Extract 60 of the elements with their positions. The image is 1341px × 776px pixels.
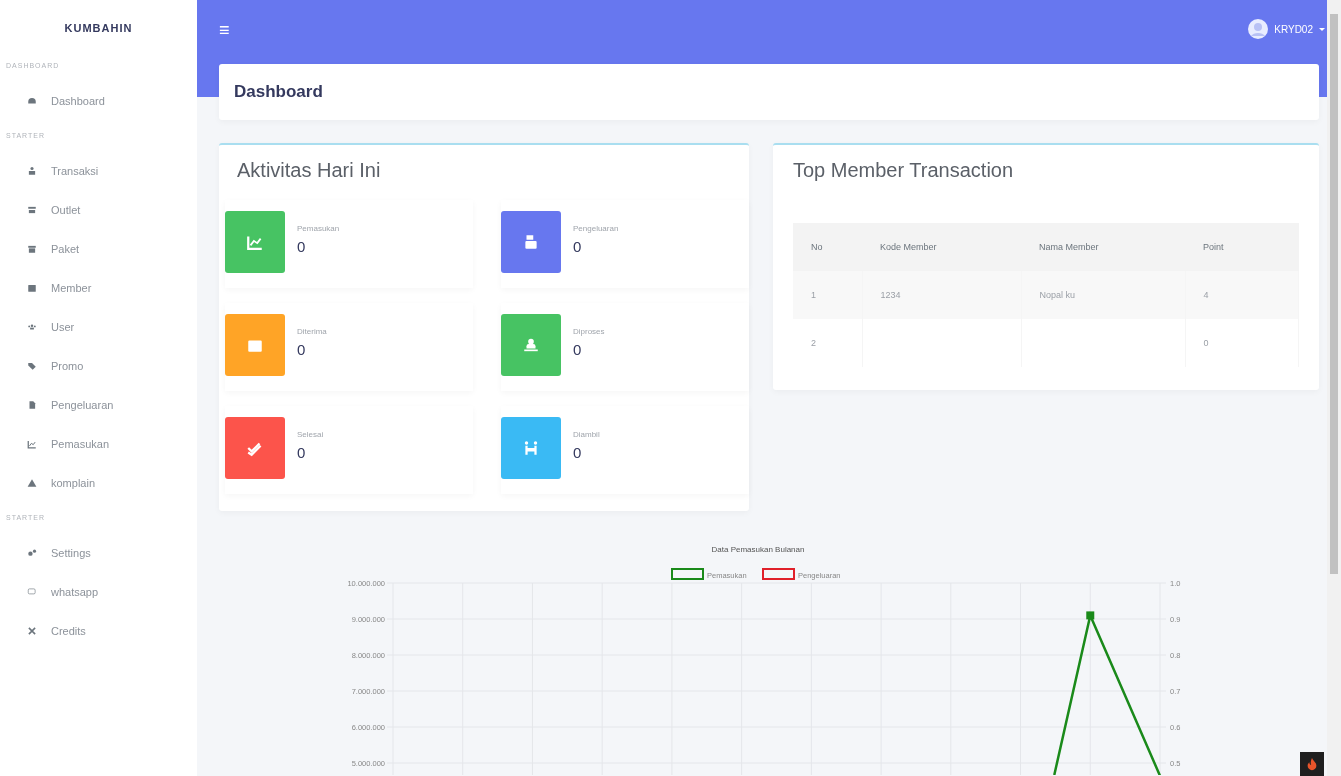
sidebar-item[interactable]: Member xyxy=(0,268,197,307)
sidebar-item[interactable]: Pemasukan xyxy=(0,424,197,463)
stat-value: 0 xyxy=(573,237,583,255)
sidebar-item[interactable]: Credits xyxy=(0,611,197,650)
stat-label: Diterima xyxy=(297,326,327,336)
column-header: Point xyxy=(1185,223,1299,271)
sidebar-item[interactable]: Pengeluaran xyxy=(0,385,197,424)
gauge-icon xyxy=(27,95,37,106)
caret-icon xyxy=(1319,27,1325,31)
stat-label: Pengeluaran xyxy=(573,223,619,233)
table-cell: 1234 xyxy=(862,271,1021,319)
stat-value: 0 xyxy=(573,340,583,358)
chart-title: Data Pemasukan Bulanan xyxy=(711,545,805,554)
tag-icon xyxy=(27,360,37,371)
column-header: Nama Member xyxy=(1021,223,1185,271)
column-header: No xyxy=(793,223,862,271)
sidebar-item[interactable]: whatsapp xyxy=(0,572,197,611)
archive-icon xyxy=(27,243,37,254)
flame-icon xyxy=(1305,757,1319,771)
stat-label: Diambil xyxy=(573,429,600,439)
column-header: Kode Member xyxy=(862,223,1021,271)
stat-value: 0 xyxy=(297,340,307,358)
card-title: Top Member Transaction xyxy=(793,159,1015,182)
avatar-icon xyxy=(1248,19,1269,39)
stat-value: 0 xyxy=(297,443,307,461)
stat-value: 0 xyxy=(297,237,307,255)
floating-button[interactable] xyxy=(1300,752,1324,776)
warning-icon xyxy=(27,477,37,488)
tools-icon xyxy=(27,625,37,636)
document-icon xyxy=(27,399,37,410)
store-icon xyxy=(27,204,37,215)
page-title: Dashboard xyxy=(234,82,323,102)
sidebar-item[interactable]: Dashboard xyxy=(0,81,197,120)
sidebar-item[interactable]: Settings xyxy=(0,533,197,572)
scrollbar[interactable] xyxy=(1327,0,1341,776)
sidebar-item[interactable]: User xyxy=(0,307,197,346)
table-cell: 2 xyxy=(793,319,862,367)
sidebar-item[interactable]: komplain xyxy=(0,463,197,502)
chat-icon xyxy=(27,586,37,597)
table-cell: 4 xyxy=(1185,271,1299,319)
sidebar-item[interactable]: Paket xyxy=(0,229,197,268)
person-at-desk-icon xyxy=(522,336,540,354)
stat-label: Selesai xyxy=(297,429,324,439)
stat-value: 0 xyxy=(573,443,583,461)
card-title: Aktivitas Hari Ini xyxy=(237,159,382,182)
line-chart-icon xyxy=(246,233,264,251)
sidebar-item[interactable]: Transaksi xyxy=(0,151,197,190)
sidebar-item[interactable]: Promo xyxy=(0,346,197,385)
stat-label: Pemasukan xyxy=(297,223,340,233)
table-cell: 0 xyxy=(1185,319,1299,367)
line-chart-icon xyxy=(27,438,37,449)
table-cell: 1 xyxy=(793,271,862,319)
menu-button[interactable]: ≡ xyxy=(219,19,230,45)
user-menu[interactable]: KRYD02 xyxy=(1248,19,1325,45)
person-icon xyxy=(27,165,37,176)
stat-label: Diproses xyxy=(573,326,605,336)
cash-register-icon xyxy=(522,233,540,251)
table-cell: Nopal ku xyxy=(1021,271,1185,319)
brand-logo[interactable]: KUMBAHIN xyxy=(0,0,197,50)
sidebar-item[interactable]: Outlet xyxy=(0,190,197,229)
